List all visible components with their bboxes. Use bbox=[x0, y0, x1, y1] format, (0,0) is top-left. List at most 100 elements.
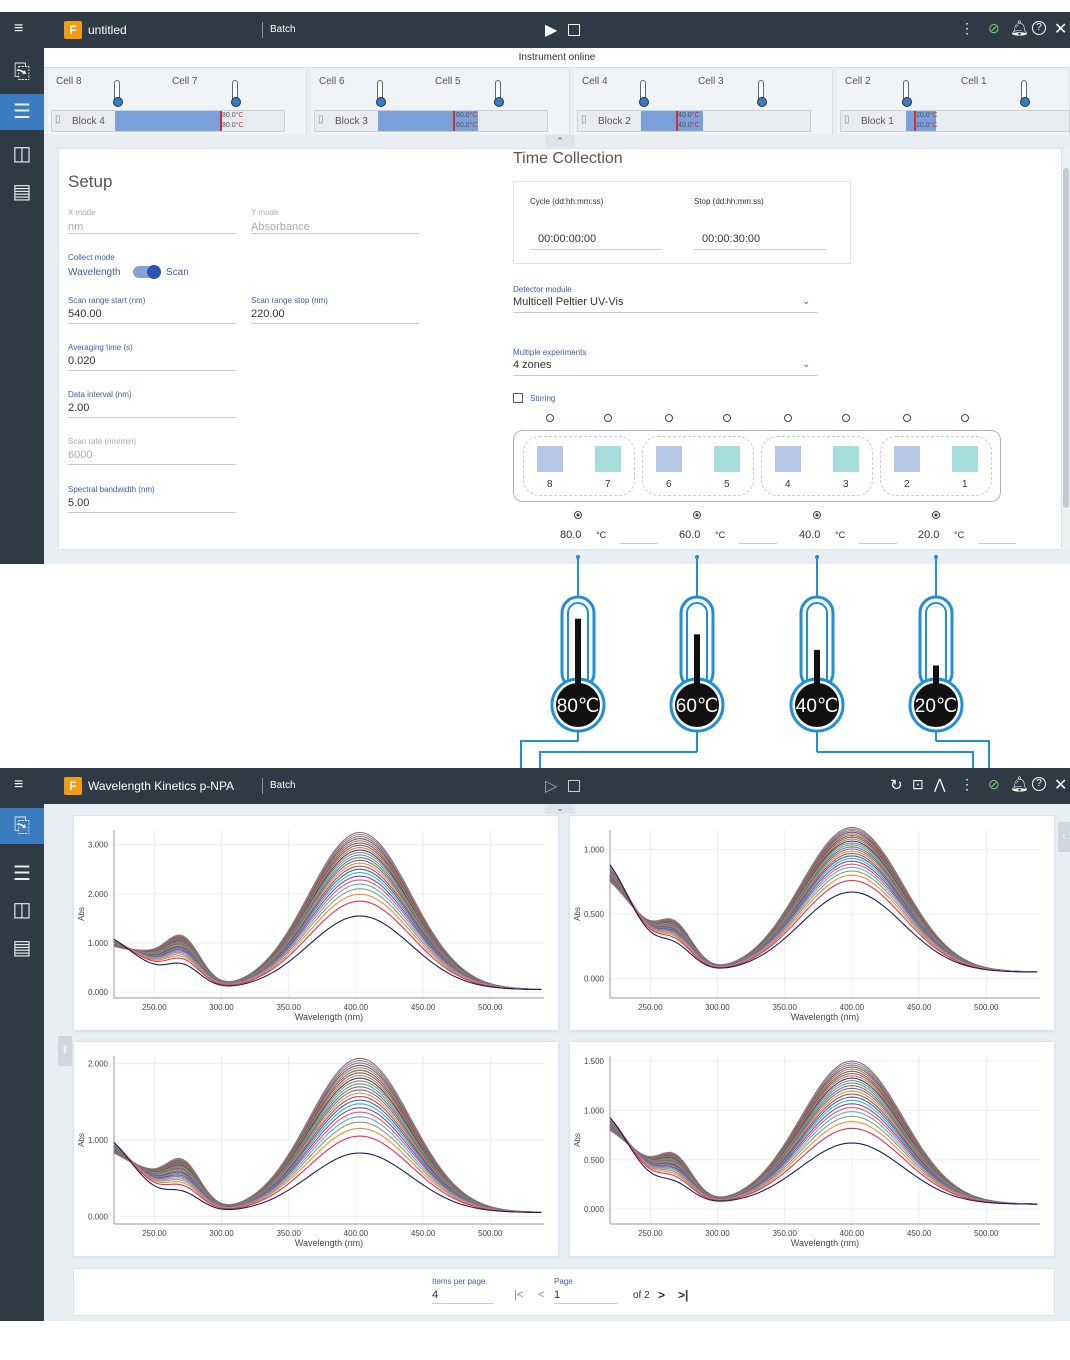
peak-icon[interactable]: ⋀ bbox=[934, 776, 945, 793]
spectrum-chart-40c[interactable]: 250.00 300.00 350.00 400.00 450.00 500.00 0.00… bbox=[570, 1042, 1056, 1258]
help-icon[interactable]: ? bbox=[1032, 777, 1046, 791]
first-page-icon[interactable]: |< bbox=[514, 1289, 523, 1301]
x-tick-label: 300.00 bbox=[209, 1003, 234, 1012]
items-per-page-input[interactable]: 4 bbox=[432, 1289, 494, 1304]
spectrum-series bbox=[113, 1095, 542, 1213]
setup-sliders-icon[interactable]: ☰ bbox=[10, 862, 34, 886]
scan-start-label: Scan range start (nm) bbox=[68, 296, 146, 305]
actual-temp: 80.0 bbox=[222, 122, 236, 129]
multi-exp-label: Multiple experiments bbox=[513, 348, 587, 357]
x-tick-label: 500.00 bbox=[478, 1229, 503, 1238]
spectrum-series bbox=[609, 848, 1038, 973]
spectrum-chart-80c[interactable]: 250.00 300.00 350.00 400.00 450.00 500.00 0.00… bbox=[74, 816, 560, 1032]
connected-icon[interactable]: ⊘ bbox=[988, 20, 1000, 37]
last-page-icon[interactable]: >| bbox=[678, 1288, 688, 1302]
y-tick-label: 2.000 bbox=[88, 1060, 109, 1069]
spectrum-series bbox=[609, 850, 1038, 973]
spectrum-chart-20c[interactable]: 250.00 300.00 350.00 400.00 450.00 500.00 0.00… bbox=[570, 816, 1056, 1032]
hamburger-menu-icon[interactable]: ≡ bbox=[14, 776, 23, 794]
collapse-up-icon[interactable]: ⌃ bbox=[545, 135, 575, 147]
x-mode-label: X mode bbox=[68, 208, 96, 217]
more-vert-icon[interactable]: ⋮ bbox=[960, 776, 974, 793]
play-icon[interactable]: ▷ bbox=[545, 776, 557, 796]
stop-label: Stop (dd:hh:mm:ss) bbox=[694, 197, 764, 206]
separator bbox=[262, 22, 263, 38]
block-box[interactable]: ▯ Block 4 80.0°C 80.0°C bbox=[51, 110, 285, 132]
page-label: Page bbox=[554, 1277, 573, 1286]
thermometer-icon bbox=[757, 80, 767, 107]
bell-icon[interactable]: 🔔︎ bbox=[1010, 19, 1029, 37]
x-tick-label: 500.00 bbox=[478, 1003, 503, 1012]
stirring-checkbox[interactable] bbox=[513, 393, 523, 403]
detector-select[interactable]: Multicell Peltier UV-Vis bbox=[513, 296, 818, 313]
scrollbar[interactable] bbox=[1062, 148, 1070, 550]
time-collection-box bbox=[513, 181, 851, 264]
play-icon[interactable]: ▶ bbox=[545, 20, 557, 40]
close-icon[interactable]: ✕ bbox=[1054, 19, 1067, 39]
bell-icon[interactable]: 🔔︎ bbox=[1010, 775, 1029, 793]
collect-mode-toggle[interactable] bbox=[133, 265, 161, 279]
chart-icon[interactable]: ⊡ bbox=[912, 776, 924, 793]
drag-handle[interactable]: ‖ bbox=[58, 1036, 72, 1066]
thermometer-icon: 40℃ bbox=[789, 595, 845, 733]
thermometer-icon: 20℃ bbox=[908, 595, 964, 733]
spectrum-series bbox=[609, 1082, 1038, 1205]
collect-scan-option[interactable]: Scan bbox=[166, 267, 189, 278]
stop-input[interactable]: 00:00:30:00 bbox=[694, 233, 826, 250]
bandwidth-input[interactable]: 5.00 bbox=[68, 497, 236, 513]
chevron-down-icon[interactable]: ⌄ bbox=[802, 296, 810, 307]
zone-temp-unit: °C bbox=[954, 530, 965, 540]
thermometer-label: 20℃ bbox=[915, 696, 957, 717]
spectrum-chart-60c[interactable]: 250.00 300.00 350.00 400.00 450.00 500.00 0.00… bbox=[74, 1042, 560, 1258]
block-box[interactable]: ▯ Block 1 20.0°C 20.0°C bbox=[840, 110, 1070, 132]
document-title: untitled bbox=[88, 23, 127, 37]
multi-exp-select[interactable]: 4 zones bbox=[513, 359, 818, 376]
refresh-icon[interactable]: ↻ bbox=[890, 776, 903, 794]
scan-rate-field: 6000 bbox=[68, 449, 236, 465]
close-icon[interactable]: ✕ bbox=[1054, 775, 1067, 795]
expand-side-icon[interactable]: ‹ bbox=[1058, 822, 1070, 852]
more-vert-icon[interactable]: ⋮ bbox=[960, 20, 974, 37]
separator bbox=[262, 778, 263, 794]
scan-stop-label: Scan range stop (nm) bbox=[251, 296, 328, 305]
connected-icon[interactable]: ⊘ bbox=[988, 776, 1000, 793]
setup-sliders-icon[interactable]: ☰ bbox=[0, 94, 44, 130]
method-icon[interactable]: ⎘ bbox=[0, 808, 44, 844]
cycle-input[interactable]: 00:00:00:00 bbox=[530, 233, 662, 250]
x-tick-label: 350.00 bbox=[772, 1229, 797, 1238]
help-icon[interactable]: ? bbox=[1032, 21, 1046, 35]
y-axis-label: Abs bbox=[77, 1133, 86, 1147]
collapse-down-icon[interactable]: ⌄ bbox=[545, 804, 575, 814]
actual-temp: 60.0 bbox=[456, 122, 470, 129]
y-axis-label: Abs bbox=[573, 907, 582, 921]
clipboard-icon[interactable]: ▤ bbox=[10, 180, 34, 204]
chevron-down-icon[interactable]: ⌄ bbox=[802, 359, 810, 370]
collect-wavelength-option[interactable]: Wavelength bbox=[68, 267, 120, 278]
data-interval-input[interactable]: 2.00 bbox=[68, 402, 236, 418]
columns-icon[interactable]: ◫ bbox=[10, 142, 34, 166]
page-input[interactable]: 1 bbox=[554, 1289, 618, 1304]
thermometer-label: 60℃ bbox=[676, 696, 718, 717]
method-icon[interactable]: ⎘ bbox=[10, 60, 34, 84]
spectrum-series bbox=[609, 1085, 1038, 1205]
block-box[interactable]: ▯ Block 3 60.0°C 60.0°C bbox=[314, 110, 548, 132]
scan-stop-input[interactable]: 220.00 bbox=[251, 308, 419, 324]
stop-icon[interactable] bbox=[568, 24, 580, 36]
avg-time-input[interactable]: 0.020 bbox=[68, 355, 236, 371]
hamburger-menu-icon[interactable]: ≡ bbox=[14, 20, 23, 38]
stop-icon[interactable] bbox=[568, 780, 580, 792]
setup-title: Setup bbox=[68, 172, 113, 191]
y-tick-label: 0.000 bbox=[584, 1205, 605, 1214]
columns-icon[interactable]: ◫ bbox=[10, 898, 34, 922]
x-axis-label: Wavelength (nm) bbox=[295, 1238, 363, 1248]
cell-label: Cell 8 bbox=[56, 76, 82, 87]
prev-page-icon[interactable]: < bbox=[538, 1289, 544, 1301]
clipboard-icon[interactable]: ▤ bbox=[10, 936, 34, 960]
thermometer-icon bbox=[113, 80, 123, 107]
x-mode-field: nm bbox=[68, 221, 236, 234]
block-box[interactable]: ▯ Block 2 40.0°C 40.0°C bbox=[577, 110, 811, 132]
next-page-icon[interactable]: > bbox=[658, 1288, 665, 1302]
scan-start-input[interactable]: 540.00 bbox=[68, 308, 236, 324]
chart-panel: 250.00 300.00 350.00 400.00 450.00 500.00 0.00… bbox=[569, 815, 1055, 1031]
zone-temp-unit: °C bbox=[596, 530, 607, 540]
